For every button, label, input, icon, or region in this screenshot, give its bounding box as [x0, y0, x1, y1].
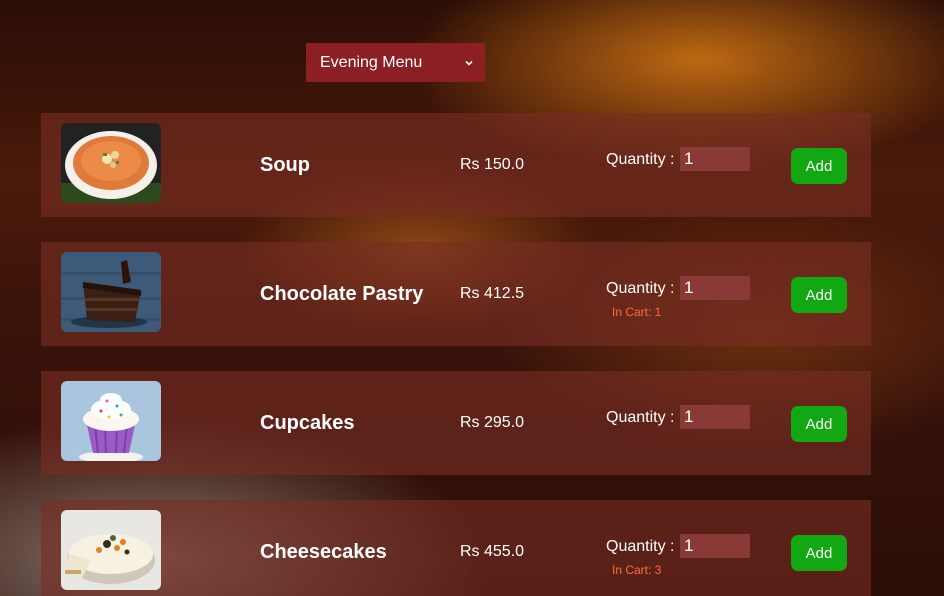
soup-image: [61, 123, 161, 203]
menu-item-row: Soup Rs 150.0 Quantity : Add: [41, 113, 871, 217]
add-button[interactable]: Add: [791, 535, 847, 571]
add-button[interactable]: Add: [791, 148, 847, 184]
menu-select[interactable]: Evening Menu: [306, 43, 485, 82]
quantity-label: Quantity :: [606, 280, 675, 297]
in-cart-count: In Cart: 3: [612, 563, 662, 577]
chevron-down-icon: [465, 60, 473, 66]
item-price: Rs 412.5: [460, 285, 525, 302]
menu-item-row: Cheesecakes Rs 455.0 Quantity : In Cart:…: [41, 500, 871, 596]
quantity-input[interactable]: [680, 147, 750, 171]
item-name: Chocolate Pastry: [260, 283, 424, 305]
quantity-label: Quantity :: [606, 409, 675, 426]
quantity-input[interactable]: [680, 534, 750, 558]
menu-item-row: Chocolate Pastry Rs 412.5 Quantity : In …: [41, 242, 871, 346]
quantity-input[interactable]: [680, 276, 750, 300]
cupcake-image: [61, 381, 161, 461]
item-price: Rs 150.0: [460, 156, 525, 173]
item-price: Rs 455.0: [460, 543, 525, 560]
add-button[interactable]: Add: [791, 277, 847, 313]
menu-select-value: Evening Menu: [320, 53, 423, 71]
item-name: Cupcakes: [260, 412, 355, 434]
item-name: Soup: [260, 154, 310, 176]
chocolate-pastry-image: [61, 252, 161, 332]
in-cart-count: In Cart: 1: [612, 305, 662, 319]
item-name: Cheesecakes: [260, 541, 387, 563]
cheesecake-image: [61, 510, 161, 590]
quantity-label: Quantity :: [606, 151, 675, 168]
add-button[interactable]: Add: [791, 406, 847, 442]
quantity-input[interactable]: [680, 405, 750, 429]
menu-item-row: Cupcakes Rs 295.0 Quantity : Add: [41, 371, 871, 475]
quantity-label: Quantity :: [606, 538, 675, 555]
item-price: Rs 295.0: [460, 414, 525, 431]
